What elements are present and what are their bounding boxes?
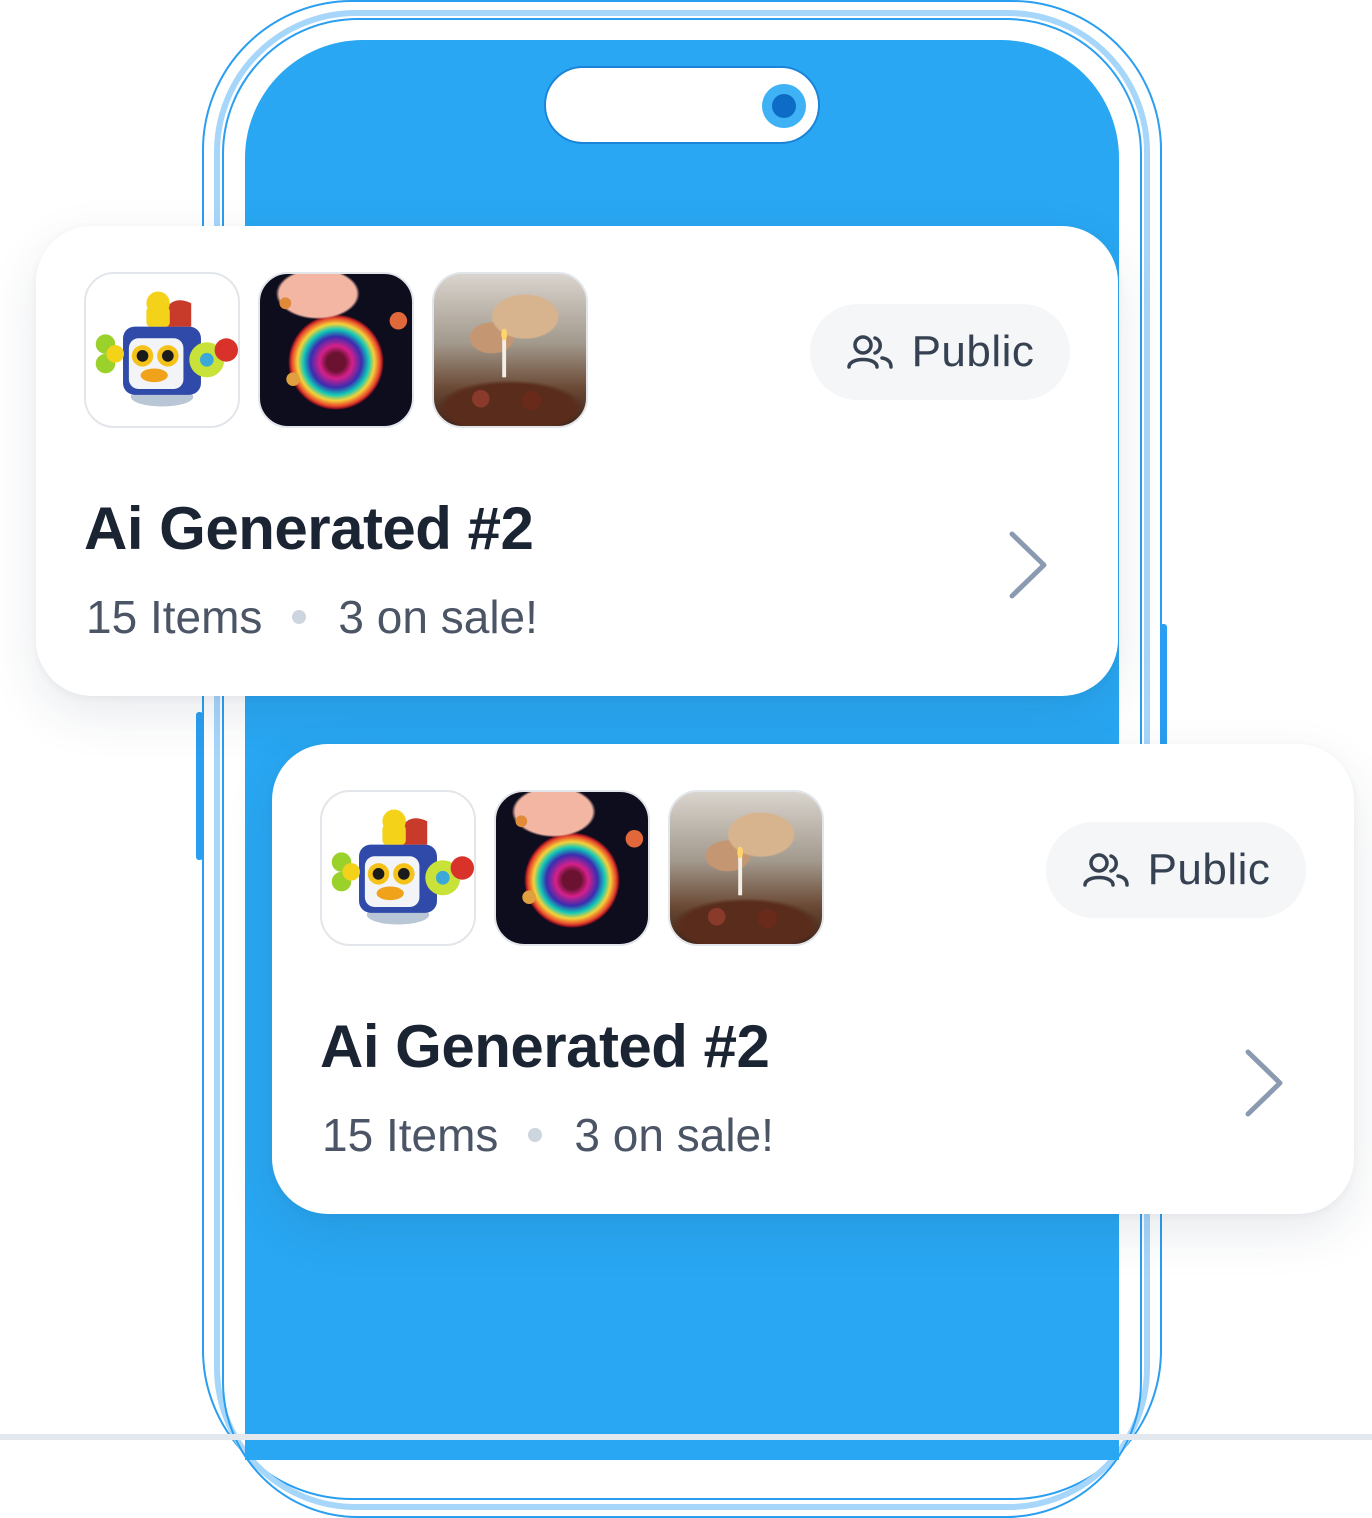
robot-toy-image [84,272,240,428]
collection-meta: 15 Items 3 on sale! [322,1108,774,1162]
separator-dot [292,610,307,624]
bottom-divider [0,1434,1372,1440]
users-icon [846,335,893,369]
phone-side-button [196,712,203,860]
items-count: 15 Items [322,1109,499,1161]
cosmic-planet-image [494,790,650,946]
collection-meta: 15 Items 3 on sale! [86,590,538,644]
family-dinner-image [432,272,588,428]
thumbnail-row [320,790,824,946]
thumbnail-row [84,272,588,428]
visibility-label: Public [1147,845,1271,894]
visibility-badge[interactable]: Public [810,304,1070,400]
separator-dot [528,1128,543,1142]
collection-title: Ai Generated #2 [84,495,534,562]
visibility-badge[interactable]: Public [1046,822,1306,918]
chevron-right-icon[interactable] [1008,530,1048,600]
collection-card[interactable]: Public Ai Generated #2 15 Items 3 on sal… [272,744,1354,1214]
dynamic-island [544,66,820,144]
camera-icon [762,84,806,128]
users-icon [1082,853,1129,887]
phone-side-button [1160,624,1167,754]
collection-card[interactable]: Public Ai Generated #2 15 Items 3 on sal… [36,226,1118,696]
cosmic-planet-image [258,272,414,428]
visibility-label: Public [911,327,1035,376]
family-dinner-image [668,790,824,946]
collection-title: Ai Generated #2 [320,1013,770,1080]
robot-toy-image [320,790,476,946]
items-count: 15 Items [86,591,263,643]
sale-count: 3 on sale! [338,591,538,643]
chevron-right-icon[interactable] [1244,1048,1284,1118]
sale-count: 3 on sale! [574,1109,774,1161]
